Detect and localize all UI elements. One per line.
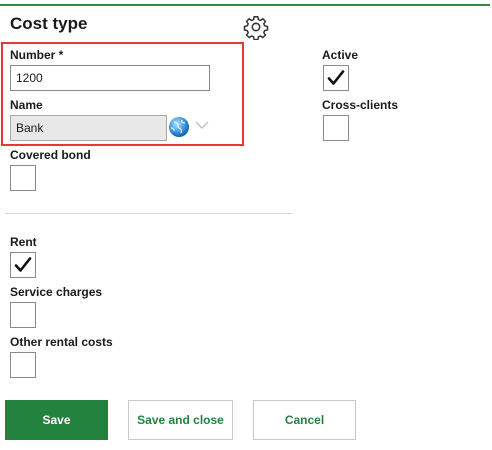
rent-label: Rent	[10, 235, 37, 249]
other-rental-costs-checkbox[interactable]	[10, 352, 36, 378]
active-label: Active	[322, 48, 359, 62]
service-charges-checkbox[interactable]	[10, 302, 36, 328]
cross-clients-label: Cross-clients	[322, 98, 399, 112]
service-charges-label: Service charges	[10, 285, 103, 299]
number-input[interactable]	[10, 65, 210, 91]
section-divider	[5, 213, 292, 214]
active-checkbox[interactable]	[323, 65, 349, 91]
rent-checkbox[interactable]	[10, 252, 36, 278]
covered-bond-checkbox[interactable]	[10, 165, 36, 191]
save-and-close-button[interactable]: Save and close	[128, 400, 233, 440]
name-label: Name	[10, 98, 43, 112]
name-input[interactable]	[10, 115, 167, 141]
chevron-down-icon[interactable]	[195, 120, 209, 130]
form-title: Cost type	[10, 14, 88, 33]
save-button[interactable]: Save	[5, 400, 108, 440]
gear-icon[interactable]	[243, 14, 269, 40]
other-rental-costs-label: Other rental costs	[10, 335, 113, 349]
top-border	[0, 4, 490, 6]
number-label: Number *	[10, 48, 64, 62]
globe-icon[interactable]	[168, 116, 190, 138]
covered-bond-label: Covered bond	[10, 148, 91, 162]
checkmark-icon	[14, 257, 32, 272]
cross-clients-checkbox[interactable]	[323, 115, 349, 141]
checkmark-icon	[327, 70, 345, 85]
cancel-button[interactable]: Cancel	[253, 400, 356, 440]
